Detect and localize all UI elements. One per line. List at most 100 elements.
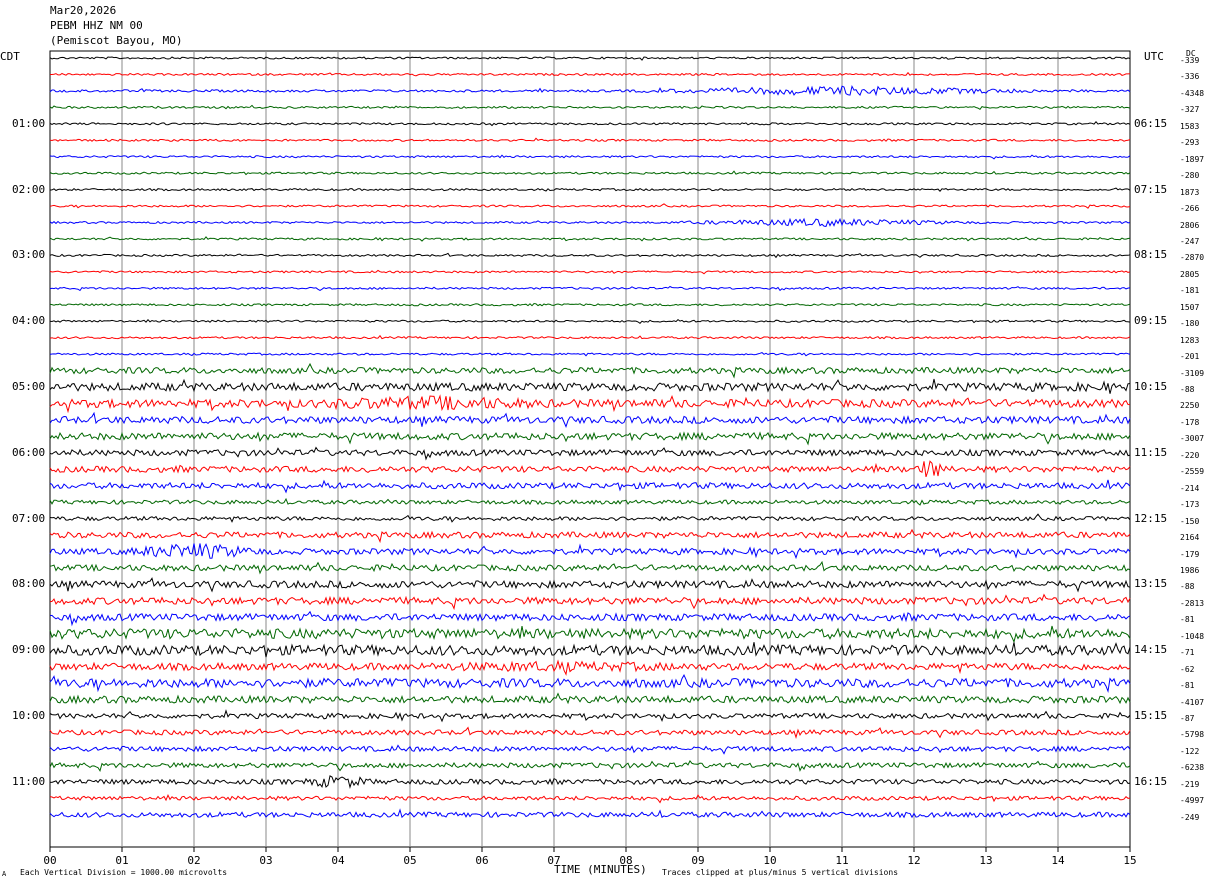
x-tick-label: 01: [115, 854, 128, 867]
dc-offset-value: -201: [1180, 352, 1200, 362]
seismic-trace: [49, 104, 1131, 110]
utc-hour-label: 10:15: [1134, 380, 1168, 393]
seismic-trace: [49, 610, 1131, 627]
dc-offset-value: -1897: [1180, 154, 1205, 164]
seismic-trace: [49, 302, 1131, 307]
dc-offset-value: -2559: [1180, 467, 1205, 477]
dc-offset-value: -62: [1180, 664, 1195, 674]
dc-offset-value: -3007: [1180, 434, 1205, 444]
dc-offset-value: -5798: [1180, 730, 1205, 740]
dc-offset-value: -4107: [1180, 697, 1205, 707]
cdt-hour-label: 05:00: [12, 380, 46, 393]
cdt-hour-label: 10:00: [12, 709, 46, 722]
dc-offset-value: 1583: [1180, 121, 1200, 131]
seismic-trace: [49, 593, 1131, 611]
dc-offset-value: 2806: [1180, 220, 1200, 230]
utc-hour-label: 15:15: [1134, 709, 1168, 722]
dc-offset-value: -266: [1180, 204, 1200, 214]
seismic-trace: [49, 121, 1131, 127]
x-tick-label: 11: [835, 854, 848, 867]
seismic-trace: [49, 709, 1131, 723]
seismic-trace: [49, 187, 1131, 192]
utc-hour-label: 06:15: [1134, 116, 1168, 130]
cdt-hour-label: 01:00: [12, 116, 46, 130]
dc-offset-value: -214: [1180, 483, 1200, 493]
utc-hour-label: 08:15: [1134, 248, 1168, 262]
seismic-trace: [49, 625, 1131, 644]
dc-offset-value: -180: [1180, 319, 1200, 329]
cdt-hour-label: 11:00: [12, 774, 46, 788]
seismic-trace: [49, 692, 1131, 705]
dc-offset-value: 1507: [1180, 302, 1200, 312]
seismic-trace: [50, 71, 1131, 77]
seismic-trace: [49, 411, 1131, 429]
x-tick-label: 04: [331, 854, 345, 867]
dc-offset-value: 2805: [1180, 269, 1200, 279]
dc-offset-value: 2164: [1180, 533, 1200, 543]
seismic-trace: [49, 560, 1131, 575]
dc-offset-value: -339: [1180, 56, 1200, 65]
cdt-hour-label: 09:00: [12, 643, 46, 657]
seismic-trace: [49, 528, 1131, 544]
dc-offset-value: -150: [1180, 516, 1200, 526]
corner-mark: A: [2, 870, 7, 878]
seismic-trace: [49, 217, 1131, 227]
dc-offset-value: -220: [1180, 450, 1200, 460]
dc-offset-value: -71: [1180, 648, 1195, 658]
seismic-trace: [49, 808, 1131, 819]
seismic-trace: [49, 642, 1131, 658]
dc-offset-value: -178: [1180, 417, 1200, 427]
dc-offset-value: -219: [1180, 779, 1200, 789]
seismic-trace: [49, 775, 1131, 790]
seismic-trace: [49, 759, 1131, 773]
x-tick-label: 12: [907, 854, 920, 867]
dc-offset-value: -4348: [1180, 88, 1205, 98]
seismic-trace: [49, 543, 1131, 560]
dc-offset-value: -247: [1180, 236, 1200, 246]
seismic-trace: [49, 285, 1131, 292]
cdt-hour-label: 06:00: [12, 445, 46, 459]
seismic-trace: [49, 726, 1131, 740]
dc-offset-value: -81: [1180, 681, 1195, 691]
utc-hour-label: 11:15: [1134, 445, 1168, 459]
dc-offset-value: -1048: [1180, 631, 1205, 641]
seismic-trace: [49, 236, 1131, 242]
seismic-trace: [49, 378, 1131, 394]
dc-offset-value: -173: [1180, 500, 1200, 510]
seismic-trace: [49, 577, 1131, 593]
cdt-hour-label: 02:00: [12, 182, 46, 196]
x-tick-label: 10: [763, 854, 776, 867]
seismic-trace: [49, 252, 1131, 259]
x-axis-title: TIME (MINUTES): [554, 863, 647, 876]
dc-offset-value: -327: [1180, 105, 1200, 115]
helicorder-plot: 00 01 02 03 04 05 06 07 08 09 10 11 12 13 14 15: [43, 50, 1137, 867]
utc-hour-label: 13:15: [1134, 577, 1168, 591]
scale-note: Each Vertical Division = 1000.00 microvo…: [20, 868, 228, 877]
utc-hour-label: 16:15: [1134, 774, 1168, 788]
seismic-trace: [49, 744, 1131, 755]
seismic-trace: [49, 352, 1131, 357]
seismic-trace: [49, 513, 1131, 523]
dc-offset-value: -336: [1180, 72, 1200, 82]
x-tick-label: 03: [259, 854, 272, 867]
x-tick-label: 05: [403, 854, 416, 867]
dc-offset-value: -88: [1180, 582, 1195, 592]
seismic-trace: [49, 793, 1131, 804]
dc-offset-value: -2870: [1180, 253, 1205, 263]
seismic-trace: [49, 154, 1131, 160]
clip-note: Traces clipped at plus/minus 5 vertical …: [662, 868, 899, 877]
dc-offset-value: -280: [1180, 171, 1200, 181]
plot-frame: [49, 50, 1131, 848]
cdt-hour-label: 08:00: [12, 577, 46, 591]
seismic-trace: [49, 497, 1131, 506]
x-tick-label: 00: [43, 854, 56, 867]
seismic-trace: [49, 269, 1131, 275]
dc-offset-value: -81: [1180, 615, 1195, 625]
seismic-trace: [49, 84, 1131, 97]
seismic-trace: [49, 446, 1131, 461]
seismic-trace: [49, 203, 1131, 209]
seismic-trace: [49, 659, 1131, 676]
dc-offset-value: -6238: [1180, 763, 1205, 773]
dc-offset-value: -87: [1180, 714, 1195, 723]
seismic-trace: [49, 170, 1131, 176]
